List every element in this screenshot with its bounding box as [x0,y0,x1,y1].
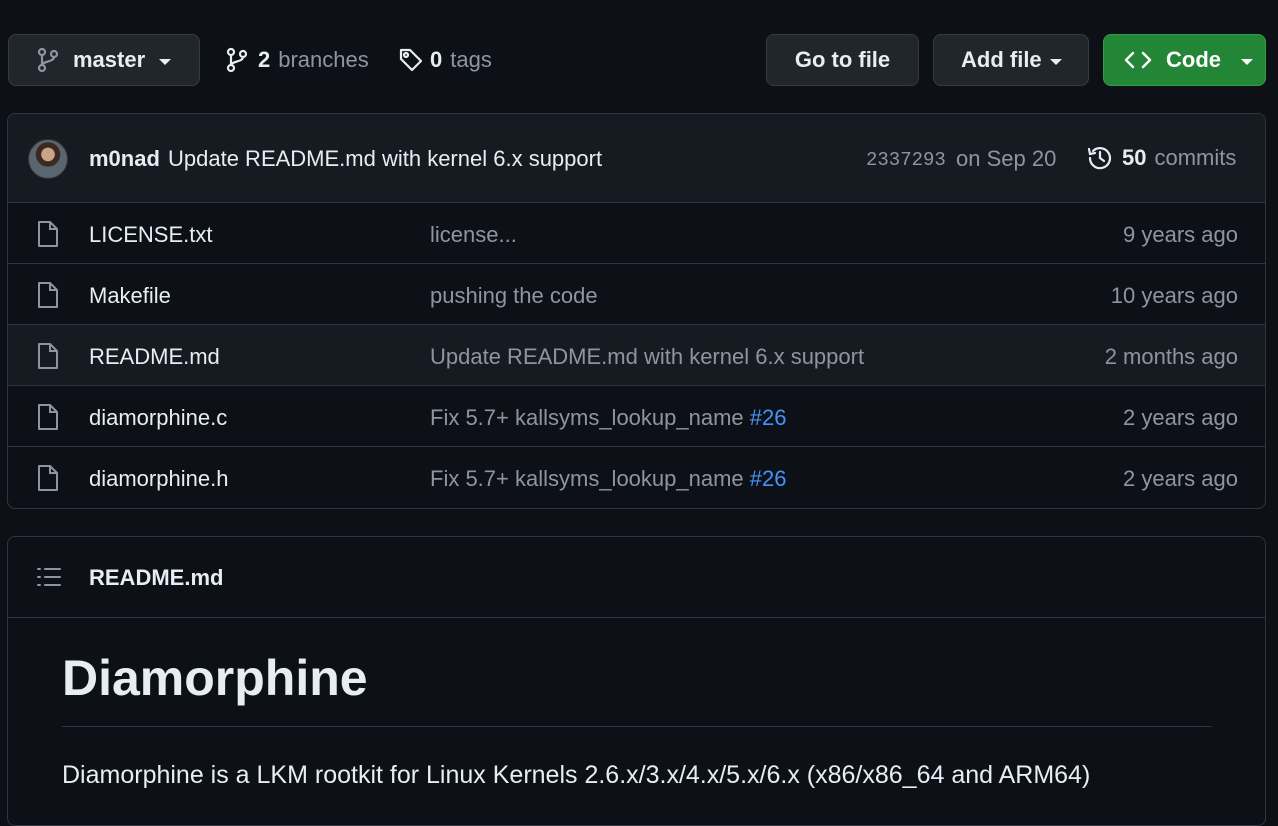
pull-request-link[interactable]: #26 [750,466,787,491]
file-listing: m0nad Update README.md with kernel 6.x s… [7,113,1266,509]
list-unordered-icon[interactable] [36,566,62,588]
tags-label: tags [450,47,492,72]
divider [62,726,1212,727]
commit-message[interactable]: Update README.md with kernel 6.x support [168,146,602,172]
git-branch-icon [226,47,248,73]
file-age: 9 years ago [1123,222,1238,247]
file-name[interactable]: LICENSE.txt [89,222,212,248]
file-row[interactable]: diamorphine.h Fix 5.7+ kallsyms_lookup_n… [8,447,1265,508]
branch-select-button[interactable]: master [8,34,200,86]
tags-link[interactable]: 0 tags [398,40,492,80]
file-commit-text: pushing the code [430,283,598,308]
code-button[interactable]: Code [1103,34,1266,86]
code-icon [1124,49,1152,71]
file-row[interactable]: Makefile pushing the code 10 years ago [8,264,1265,325]
branches-label: branches [278,47,369,72]
readme-heading: Diamorphine [62,650,368,706]
commits-count: 50 [1122,145,1147,170]
add-file-button[interactable]: Add file [933,34,1089,86]
repo-toolbar: master 2 branches 0 tags Go to file Add … [0,0,1278,100]
file-commit-message[interactable]: Update README.md with kernel 6.x support [430,344,864,370]
file-commit-text: license... [430,222,517,247]
avatar[interactable] [28,139,68,179]
commit-sha[interactable]: 2337293 [866,149,946,171]
file-name[interactable]: README.md [89,344,220,370]
branches-link[interactable]: 2 branches [226,40,369,80]
chevron-down-icon [1241,58,1253,65]
commit-date: on Sep 20 [956,146,1057,171]
file-age: 10 years ago [1110,283,1238,308]
go-to-file-button[interactable]: Go to file [766,34,919,86]
file-age: 2 years ago [1123,405,1238,430]
readme-header: README.md [8,537,1265,618]
file-age: 2 years ago [1123,466,1238,491]
readme-filename[interactable]: README.md [89,565,223,591]
file-icon [36,403,60,431]
file-name[interactable]: Makefile [89,283,171,309]
file-row[interactable]: LICENSE.txt license... 9 years ago [8,203,1265,264]
commits-history-link[interactable]: 50 commits [1086,144,1236,172]
tags-count: 0 [430,47,443,72]
file-name[interactable]: diamorphine.h [89,466,228,492]
chevron-down-icon [1049,58,1062,65]
file-icon [36,342,60,370]
add-file-label: Add file [961,47,1042,72]
file-commit-message[interactable]: Fix 5.7+ kallsyms_lookup_name #26 [430,466,786,492]
commit-author[interactable]: m0nad [89,146,160,172]
latest-commit-bar: m0nad Update README.md with kernel 6.x s… [8,114,1265,203]
code-label: Code [1166,47,1221,72]
file-commit-text: Fix 5.7+ kallsyms_lookup_name [430,466,750,491]
file-name[interactable]: diamorphine.c [89,405,227,431]
tag-icon [398,47,424,73]
file-commit-text: Update README.md with kernel 6.x support [430,344,865,369]
file-row[interactable]: diamorphine.c Fix 5.7+ kallsyms_lookup_n… [8,386,1265,447]
file-row[interactable]: README.md Update README.md with kernel 6… [8,325,1265,386]
history-icon [1086,144,1114,172]
chevron-down-icon [159,58,172,65]
file-commit-message[interactable]: pushing the code [430,283,598,309]
file-icon [36,464,60,492]
file-commit-message[interactable]: Fix 5.7+ kallsyms_lookup_name #26 [430,405,786,431]
branches-count: 2 [258,47,271,72]
readme-paragraph: Diamorphine is a LKM rootkit for Linux K… [62,761,1091,789]
readme-panel: README.md Diamorphine Diamorphine is a L… [7,536,1266,826]
file-icon [36,281,60,309]
file-icon [36,220,60,248]
commits-label: commits [1154,145,1237,170]
file-age: 2 months ago [1104,344,1238,369]
branch-name: master [73,47,146,72]
file-commit-text: Fix 5.7+ kallsyms_lookup_name [430,405,750,430]
pull-request-link[interactable]: #26 [750,405,787,430]
file-commit-message[interactable]: license... [430,222,517,248]
git-branch-icon [37,47,59,73]
